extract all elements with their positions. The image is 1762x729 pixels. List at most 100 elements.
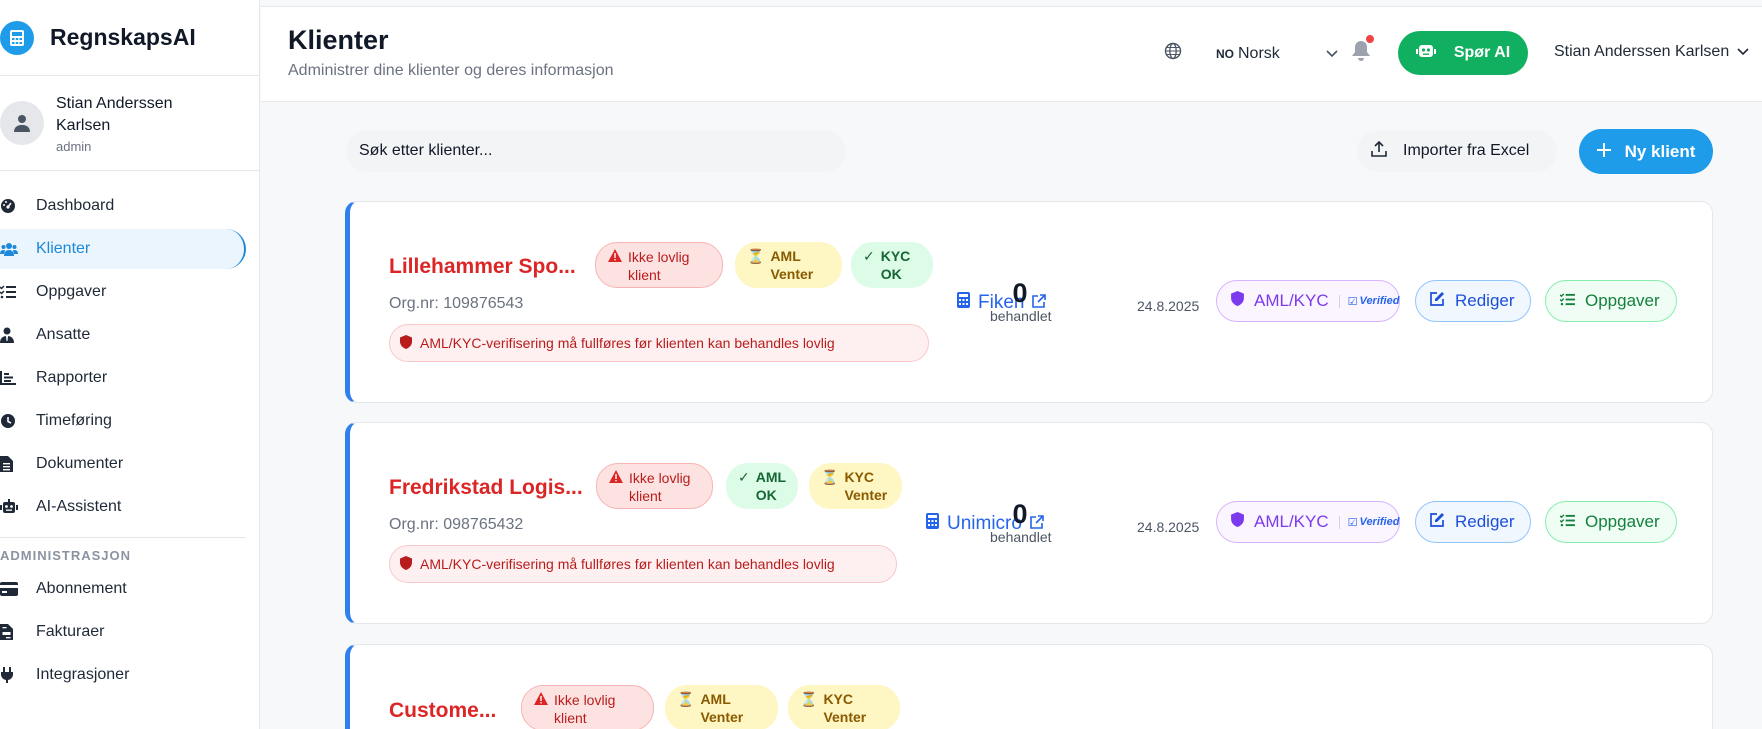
sidebar-user[interactable]: Stian Anderssen Karlsen admin [0,75,259,171]
compliance-warning: AML/KYC-verifisering må fullføres før kl… [389,324,929,362]
sidebar-item-ai-assistent[interactable]: AI-Assistent [0,487,246,527]
shield-icon [1231,512,1244,532]
sidebar-item-ansatte[interactable]: Ansatte [0,315,246,355]
credit-card-icon [0,582,20,596]
sidebar-item-label: Timeføring [36,412,112,429]
sidebar-item-label: Integrasjoner [36,666,130,683]
user-menu-name: Stian Anderssen Karlsen [1554,43,1730,60]
aml-status-badge: ⏳ AML Venter [665,685,778,729]
aml-kyc-button[interactable]: AML/KYC ☑ Verified [1216,280,1400,322]
client-card[interactable]: Lillehammer Spo... Ikke lovlig klient ⏳ AM… [345,201,1713,403]
sidebar-item-klienter[interactable]: Klienter [0,229,246,269]
hourglass-icon: ⏳ [747,248,765,264]
tasks-button[interactable]: Oppgaver [1545,501,1677,543]
legal-status-badge: Ikke lovlig klient [595,242,723,288]
client-date: 24.8.2025 [1137,298,1200,314]
sidebar-item-label: Fakturaer [36,623,105,640]
client-card[interactable]: Fredrikstad Logis... Ikke lovlig klient ✓… [345,422,1713,624]
hourglass-icon: ⏳ [800,691,818,707]
edit-button[interactable]: Rediger [1415,501,1531,543]
warning-icon [534,691,548,709]
tasks-button[interactable]: Oppgaver [1545,280,1677,322]
invoice-icon [0,624,20,640]
import-excel-button[interactable]: Importer fra Excel [1357,130,1557,172]
check-square-icon: ☑ [1347,295,1358,308]
legal-status-badge: Ikke lovlig klient [521,685,654,729]
processed-count: 0 behandlet [990,278,1052,324]
sidebar-item-label: AI-Assistent [36,498,122,515]
client-card[interactable]: Custome... Ikke lovlig klient ⏳ AML Venter … [345,644,1713,729]
sidebar-user-role: admin [56,138,92,154]
sidebar-item-label: Abonnement [36,580,127,597]
user-menu[interactable]: Stian Anderssen Karlsen [1554,43,1749,61]
sidebar-user-name-line1: Stian Anderssen [56,94,173,112]
hourglass-icon: ⏳ [677,691,695,707]
user-icon [14,115,30,132]
language-selector[interactable]: NO Norsk [1164,42,1338,65]
import-excel-label: Importer fra Excel [1403,142,1530,159]
hourglass-icon: ⏳ [821,469,839,485]
notifications-button[interactable] [1351,35,1374,67]
sidebar-item-label: Dokumenter [36,455,124,472]
client-name[interactable]: Lillehammer Spo... [389,255,576,279]
list-check-icon [0,285,20,299]
shield-icon [400,334,412,352]
sidebar: RegnskapsAI Stian Anderssen Karlsen admi… [0,0,260,729]
warning-icon [609,469,623,487]
shield-icon [1231,291,1244,311]
edit-icon [1430,512,1445,532]
processed-count: 0 behandlet [990,499,1052,545]
chevron-down-icon [1737,43,1749,61]
sidebar-item-oppgaver[interactable]: Oppgaver [0,272,246,312]
sidebar-item-dashboard[interactable]: Dashboard [0,186,246,226]
page-title: Klienter [288,25,389,55]
list-check-icon [1559,291,1575,311]
client-name[interactable]: Fredrikstad Logis... [389,476,583,500]
globe-icon [1164,42,1182,65]
sidebar-item-dokumenter[interactable]: Dokumenter [0,444,246,484]
new-client-button[interactable]: Ny klient [1579,129,1713,174]
page-subtitle: Administrer dine klienter og deres infor… [288,62,614,79]
search-input[interactable] [346,130,846,172]
client-name[interactable]: Custome... [389,699,496,723]
calculator-icon [957,292,970,314]
top-header: Klienter Administrer dine klienter og de… [261,6,1762,102]
plug-icon [0,667,20,683]
language-label: Norsk [1238,44,1280,62]
upload-icon [1371,140,1387,162]
notification-dot [1366,35,1374,43]
avatar [0,101,44,145]
aml-status-badge: ✓ AML OK [726,463,798,509]
aml-kyc-button[interactable]: AML/KYC ☑ Verified [1216,501,1400,543]
verified-badge: ☑ Verified [1338,294,1399,308]
language-code: NO [1216,46,1234,61]
new-client-label: Ny klient [1624,141,1696,161]
chart-bar-icon [0,371,20,385]
chevron-down-icon [1326,45,1338,63]
bell-icon [1351,41,1371,66]
verified-badge: ☑ Verified [1338,515,1399,529]
sidebar-item-timeforing[interactable]: Timeføring [0,401,246,441]
robot-icon [1415,43,1436,64]
warning-icon [608,248,622,266]
plus-icon [1596,142,1611,162]
brand[interactable]: RegnskapsAI [0,0,259,75]
brand-name: RegnskapsAI [50,24,196,50]
sidebar-item-fakturaer[interactable]: Fakturaer [0,612,246,652]
sidebar-nav: Dashboard Klienter Oppgaver Ansatte Rapp… [0,171,259,695]
edit-button[interactable]: Rediger [1415,280,1531,322]
shield-icon [400,555,412,573]
sidebar-item-label: Ansatte [36,326,91,343]
legal-status-badge: Ikke lovlig klient [596,463,713,509]
user-tie-icon [0,327,20,343]
kyc-status-badge: ⏳ KYC Venter [788,685,900,729]
sidebar-item-integrasjoner[interactable]: Integrasjoner [0,655,246,695]
sidebar-item-label: Oppgaver [36,283,107,300]
kyc-status-badge: ✓ KYC OK [851,242,933,288]
sidebar-item-abonnement[interactable]: Abonnement [0,569,246,609]
ask-ai-button[interactable]: Spør AI [1398,31,1528,75]
check-icon: ✓ [863,248,875,264]
sidebar-item-label: Dashboard [36,197,115,214]
sidebar-divider [0,537,246,538]
sidebar-item-rapporter[interactable]: Rapporter [0,358,246,398]
